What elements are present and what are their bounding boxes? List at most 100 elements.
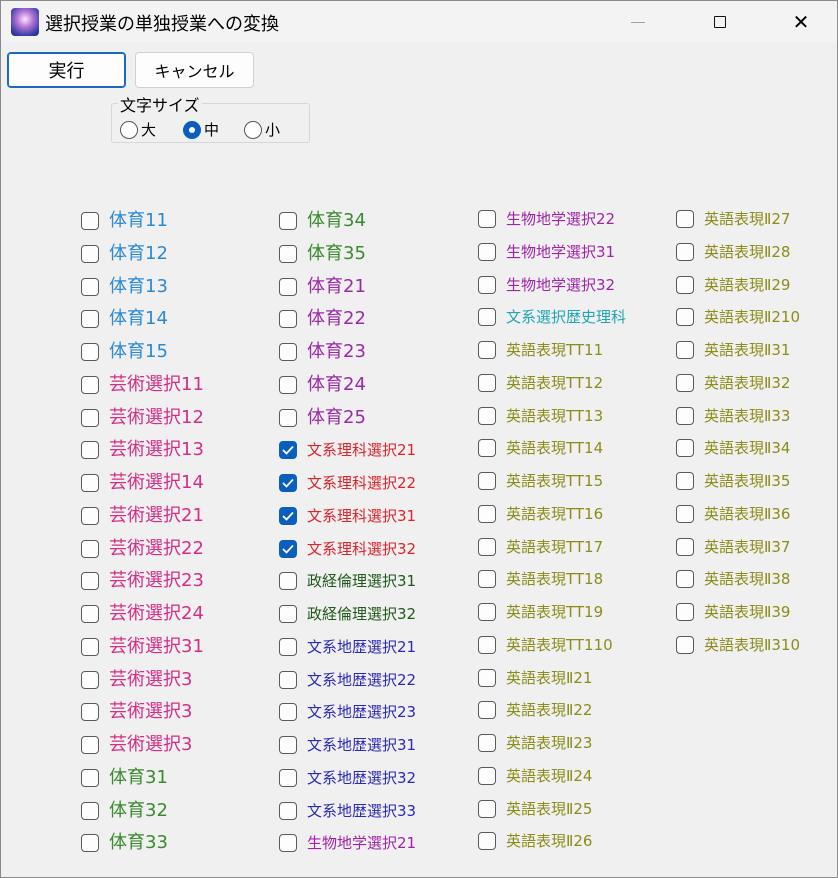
class-checkbox-item[interactable]: 芸術選択23 [81, 571, 204, 591]
checkbox[interactable] [478, 276, 496, 294]
radio-circle[interactable] [120, 120, 138, 139]
checkbox[interactable] [676, 505, 694, 523]
class-checkbox-item[interactable]: 芸術選択13 [81, 440, 204, 460]
class-checkbox-item[interactable]: 英語表現TT11 [478, 340, 603, 360]
title-bar[interactable]: 選択授業の単独授業への変換 ✕ [1, 1, 837, 43]
checkbox[interactable] [279, 212, 297, 230]
class-checkbox-item[interactable]: 芸術選択14 [81, 473, 204, 493]
class-checkbox-item[interactable]: 英語表現Ⅱ39 [676, 602, 790, 622]
class-checkbox-item[interactable]: 英語表現Ⅱ26 [478, 831, 592, 851]
class-checkbox-item[interactable]: 芸術選択11 [81, 375, 204, 395]
checkbox[interactable] [279, 507, 297, 525]
checkbox[interactable] [676, 538, 694, 556]
class-checkbox-item[interactable]: 体育23 [279, 342, 366, 362]
class-checkbox-item[interactable]: 体育34 [279, 211, 366, 231]
class-checkbox-item[interactable]: 文系選択歴史理科 [478, 307, 626, 327]
checkbox[interactable] [279, 474, 297, 492]
radio-circle[interactable] [244, 120, 262, 139]
class-checkbox-item[interactable]: 生物地学選択22 [478, 209, 615, 229]
checkbox[interactable] [478, 308, 496, 326]
class-checkbox-item[interactable]: 文系理科選択32 [279, 539, 416, 559]
minimize-button[interactable] [615, 1, 661, 43]
checkbox[interactable] [279, 605, 297, 623]
maximize-button[interactable] [697, 1, 743, 43]
checkbox[interactable] [279, 540, 297, 558]
class-checkbox-item[interactable]: 文系理科選択31 [279, 506, 416, 526]
checkbox[interactable] [676, 603, 694, 621]
checkbox[interactable] [478, 407, 496, 425]
checkbox[interactable] [478, 636, 496, 654]
class-checkbox-item[interactable]: 英語表現Ⅱ35 [676, 471, 790, 491]
class-checkbox-item[interactable]: 英語表現Ⅱ210 [676, 307, 800, 327]
checkbox[interactable] [279, 703, 297, 721]
class-checkbox-item[interactable]: 体育25 [279, 408, 366, 428]
checkbox[interactable] [676, 439, 694, 457]
class-checkbox-item[interactable]: 芸術選択12 [81, 408, 204, 428]
checkbox[interactable] [478, 439, 496, 457]
radio-circle[interactable] [183, 120, 201, 139]
class-checkbox-item[interactable]: 文系理科選択22 [279, 473, 416, 493]
class-checkbox-item[interactable]: 英語表現Ⅱ29 [676, 275, 790, 295]
class-checkbox-item[interactable]: 生物地学選択21 [279, 833, 416, 853]
class-checkbox-item[interactable]: 体育22 [279, 309, 366, 329]
checkbox[interactable] [279, 310, 297, 328]
checkbox[interactable] [279, 572, 297, 590]
checkbox[interactable] [81, 605, 99, 623]
class-checkbox-item[interactable]: 芸術選択24 [81, 604, 204, 624]
checkbox[interactable] [478, 603, 496, 621]
run-button[interactable]: 実行 [7, 52, 126, 88]
class-checkbox-item[interactable]: 文系地歴選択33 [279, 801, 416, 821]
checkbox[interactable] [676, 341, 694, 359]
class-checkbox-item[interactable]: 英語表現Ⅱ38 [676, 569, 790, 589]
radio-small[interactable]: 小 [244, 119, 280, 140]
radio-large[interactable]: 大 [120, 119, 156, 140]
cancel-button[interactable]: キャンセル [135, 52, 254, 88]
class-checkbox-item[interactable]: 体育13 [81, 277, 168, 297]
radio-medium[interactable]: 中 [183, 119, 219, 140]
class-checkbox-item[interactable]: 英語表現TT19 [478, 602, 603, 622]
class-checkbox-item[interactable]: 文系地歴選択23 [279, 702, 416, 722]
class-checkbox-item[interactable]: 体育32 [81, 801, 168, 821]
class-checkbox-item[interactable]: 文系地歴選択31 [279, 735, 416, 755]
checkbox[interactable] [676, 570, 694, 588]
checkbox[interactable] [279, 441, 297, 459]
checkbox[interactable] [478, 374, 496, 392]
class-checkbox-item[interactable]: 体育35 [279, 244, 366, 264]
checkbox[interactable] [279, 245, 297, 263]
class-checkbox-item[interactable]: 政経倫理選択32 [279, 604, 416, 624]
class-checkbox-item[interactable]: 英語表現Ⅱ33 [676, 406, 790, 426]
checkbox[interactable] [81, 245, 99, 263]
class-checkbox-item[interactable]: 体育11 [81, 211, 168, 231]
class-checkbox-item[interactable]: 英語表現TT16 [478, 504, 603, 524]
checkbox[interactable] [81, 703, 99, 721]
class-checkbox-item[interactable]: 文系地歴選択22 [279, 670, 416, 690]
class-checkbox-item[interactable]: 英語表現Ⅱ23 [478, 733, 592, 753]
checkbox[interactable] [81, 834, 99, 852]
class-checkbox-item[interactable]: 体育24 [279, 375, 366, 395]
checkbox[interactable] [81, 376, 99, 394]
checkbox[interactable] [81, 572, 99, 590]
checkbox[interactable] [81, 736, 99, 754]
checkbox[interactable] [478, 701, 496, 719]
checkbox[interactable] [478, 243, 496, 261]
class-checkbox-item[interactable]: 英語表現Ⅱ28 [676, 242, 790, 262]
checkbox[interactable] [81, 343, 99, 361]
checkbox[interactable] [478, 734, 496, 752]
checkbox[interactable] [279, 736, 297, 754]
checkbox[interactable] [478, 538, 496, 556]
checkbox[interactable] [81, 638, 99, 656]
class-checkbox-item[interactable]: 芸術選択22 [81, 539, 204, 559]
class-checkbox-item[interactable]: 体育14 [81, 309, 168, 329]
class-checkbox-item[interactable]: 英語表現TT18 [478, 569, 603, 589]
class-checkbox-item[interactable]: 生物地学選択31 [478, 242, 615, 262]
checkbox[interactable] [279, 834, 297, 852]
checkbox[interactable] [81, 212, 99, 230]
checkbox[interactable] [81, 409, 99, 427]
class-checkbox-item[interactable]: 英語表現Ⅱ310 [676, 635, 800, 655]
class-checkbox-item[interactable]: 英語表現Ⅱ27 [676, 209, 790, 229]
checkbox[interactable] [81, 507, 99, 525]
class-checkbox-item[interactable]: 芸術選択3 [81, 670, 192, 690]
class-checkbox-item[interactable]: 英語表現Ⅱ36 [676, 504, 790, 524]
checkbox[interactable] [478, 210, 496, 228]
checkbox[interactable] [279, 343, 297, 361]
